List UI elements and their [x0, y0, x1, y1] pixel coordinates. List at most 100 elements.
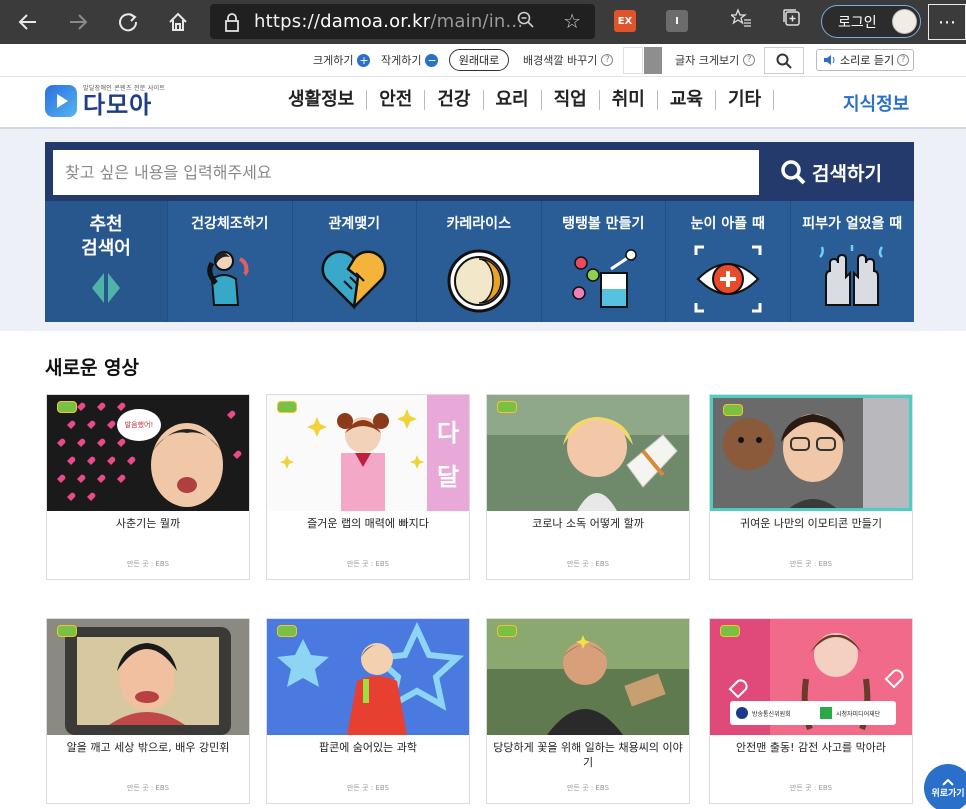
nav-item-health[interactable]: 건강: [425, 90, 484, 110]
search-section: 검색하기 추천 검색어 건강체조하기: [0, 129, 966, 331]
keyword-frozen-skin[interactable]: 피부가 얼었을 때: [789, 201, 915, 322]
speaker-icon: [824, 55, 835, 65]
search-button[interactable]: 검색하기: [780, 154, 882, 190]
nav-item-knowledge[interactable]: 지식정보: [843, 90, 909, 116]
ebs-logo-icon: [497, 401, 517, 413]
lab-beaker-icon: [572, 249, 637, 308]
enlarge-button[interactable]: 크게하기 +: [313, 52, 371, 68]
login-button[interactable]: 로그인: [821, 5, 921, 38]
refresh-icon[interactable]: [108, 0, 148, 44]
speech-bubble-text: 발음했어!: [125, 420, 154, 429]
scroll-top-button[interactable]: 위로가기: [924, 764, 966, 809]
font-view-toggle[interactable]: 글자 크게보기 ?: [675, 52, 756, 68]
shrink-button[interactable]: 작게하기 −: [381, 52, 439, 68]
collections-icon[interactable]: [782, 8, 802, 33]
favorite-star-icon[interactable]: ☆: [563, 9, 581, 33]
video-title[interactable]: 즐거운 랩의 매력에 빠지다: [273, 516, 463, 531]
favorites-list-icon[interactable]: [729, 8, 751, 33]
nav-item-living[interactable]: 생활정보: [276, 90, 368, 110]
video-card[interactable]: 알을 깨고 세상 밖으로, 배우 강민휘 만든 곳 : EBS: [46, 618, 250, 804]
address-bar[interactable]: https://damoa.or.kr/main/in... ☆: [210, 4, 595, 39]
video-source: 만든 곳 : EBS: [567, 784, 609, 792]
help-icon[interactable]: ?: [743, 54, 756, 66]
site-logo[interactable]: 발달장애인 콘텐츠 전문 사이트 다모아: [45, 83, 165, 118]
browser-toolbar: https://damoa.or.kr/main/in... ☆ EX I 로그…: [0, 0, 966, 44]
play-icon: [45, 84, 77, 117]
white-bg-swatch[interactable]: [623, 47, 643, 74]
search-input[interactable]: [53, 150, 759, 195]
video-thumbnail[interactable]: [487, 619, 689, 735]
search-icon: [776, 53, 792, 69]
next-arrow-icon[interactable]: [108, 273, 120, 303]
help-icon[interactable]: ?: [897, 54, 910, 66]
video-source: 만든 곳 : EBS: [347, 784, 389, 792]
nav-item-hobby[interactable]: 취미: [600, 90, 658, 110]
logo-name: 다모아: [83, 91, 153, 119]
font-view-label: 글자 크게보기: [675, 54, 740, 67]
video-thumbnail[interactable]: 다 달: [267, 395, 469, 511]
ebs-logo-icon: [277, 625, 297, 637]
bg-color-label: 배경색깔 바꾸기: [523, 54, 598, 67]
gray-bg-swatch[interactable]: [644, 47, 662, 74]
video-thumbnail[interactable]: [267, 619, 469, 735]
accessibility-bar: 크게하기 + 작게하기 − 원래대로 배경색깔 바꾸기 ? 글자 크게보기 ? …: [0, 44, 966, 77]
nav-item-job[interactable]: 직업: [542, 90, 600, 110]
zoom-icon[interactable]: [517, 11, 535, 34]
recommended-keywords: 추천 검색어 건강체조하기 관계맺기 카레라이스 탱탱볼 만들기 눈이 아플 때…: [45, 201, 914, 322]
handshake-heart-icon: [321, 250, 387, 310]
nav-item-safety[interactable]: 안전: [367, 90, 426, 110]
video-thumbnail[interactable]: [710, 395, 912, 511]
back-arrow-icon[interactable]: [8, 0, 48, 44]
ebs-logo-icon: [720, 625, 740, 637]
keyword-exercise[interactable]: 건강체조하기: [167, 201, 292, 322]
bg-color-toggle[interactable]: 배경색깔 바꾸기 ?: [523, 52, 614, 68]
home-icon[interactable]: [158, 0, 198, 44]
shrink-label: 작게하기: [381, 54, 422, 67]
video-source: 만든 곳 : EBS: [127, 784, 169, 792]
plus-icon: +: [357, 53, 371, 67]
ebs-logo-icon: [497, 625, 517, 637]
more-menu-button[interactable]: ⋯: [928, 4, 966, 40]
listen-button[interactable]: 소리로 듣기 ?: [816, 49, 914, 71]
extension-i-icon[interactable]: I: [666, 10, 688, 32]
ebs-logo-icon: [277, 401, 297, 413]
video-card[interactable]: 다 달 즐거운 랩의 매력에 빠지다 만든 곳 : EBS: [266, 394, 470, 580]
magnifier-button[interactable]: [764, 47, 804, 74]
video-card[interactable]: 코로나 소독 어떻게 할까 만든 곳 : EBS: [486, 394, 690, 580]
video-title[interactable]: 알을 깨고 세상 밖으로, 배우 강민휘: [53, 740, 243, 755]
video-thumbnail[interactable]: [47, 619, 249, 735]
video-card[interactable]: 발음했어! 사춘기는 뭘까 만든 곳 : EBS: [46, 394, 250, 580]
keyword-eye-pain[interactable]: 눈이 아플 때: [665, 201, 790, 322]
help-icon[interactable]: ?: [601, 54, 614, 66]
nav-item-cooking[interactable]: 요리: [484, 90, 542, 110]
video-source: 만든 곳 : EBS: [790, 784, 832, 792]
prev-arrow-icon[interactable]: [92, 273, 104, 303]
section-title: 새로운 영상: [45, 357, 140, 379]
video-card[interactable]: 당당하게 꽃을 위해 일하는 채용씨의 이야기 만든 곳 : EBS: [486, 618, 690, 804]
minus-icon: −: [425, 53, 439, 67]
forward-arrow-icon[interactable]: [58, 0, 98, 44]
video-card[interactable]: 팝콘에 숨어있는 과학 만든 곳 : EBS: [266, 618, 470, 804]
extension-ex-icon[interactable]: EX: [614, 10, 636, 32]
keyword-relationship[interactable]: 관계맺기: [291, 201, 417, 322]
video-title[interactable]: 당당하게 꽃을 위해 일하는 채용씨의 이야기: [493, 740, 683, 770]
nav-item-education[interactable]: 교육: [658, 90, 716, 110]
keyword-curry[interactable]: 카레라이스: [416, 201, 541, 322]
keyword-bouncy-ball[interactable]: 탱탱볼 만들기: [540, 201, 666, 322]
ebs-logo-icon: [57, 625, 77, 637]
reset-size-button[interactable]: 원래대로: [449, 49, 509, 71]
video-title[interactable]: 귀여운 나만의 이모티콘 만들기: [716, 516, 906, 531]
video-thumbnail[interactable]: 방송통신위원회 시청자미디어재단: [710, 619, 912, 735]
avatar: [892, 9, 917, 34]
video-title[interactable]: 팝콘에 숨어있는 과학: [273, 740, 463, 755]
stretching-person-icon: [207, 251, 249, 306]
nav-item-etc[interactable]: 기타: [716, 90, 775, 110]
video-title[interactable]: 사춘기는 뭘까: [53, 516, 243, 531]
video-title[interactable]: 코로나 소독 어떻게 할까: [493, 516, 683, 531]
eye-cross-icon: [694, 245, 762, 313]
video-card[interactable]: 귀여운 나만의 이모티콘 만들기 만든 곳 : EBS: [709, 394, 913, 580]
video-card[interactable]: 방송통신위원회 시청자미디어재단 안전맨 출동! 감전 사고를 막아라 만든 곳…: [709, 618, 913, 804]
video-title[interactable]: 안전맨 출동! 감전 사고를 막아라: [716, 740, 906, 755]
video-thumbnail[interactable]: [487, 395, 689, 511]
video-thumbnail[interactable]: 발음했어!: [47, 395, 249, 511]
